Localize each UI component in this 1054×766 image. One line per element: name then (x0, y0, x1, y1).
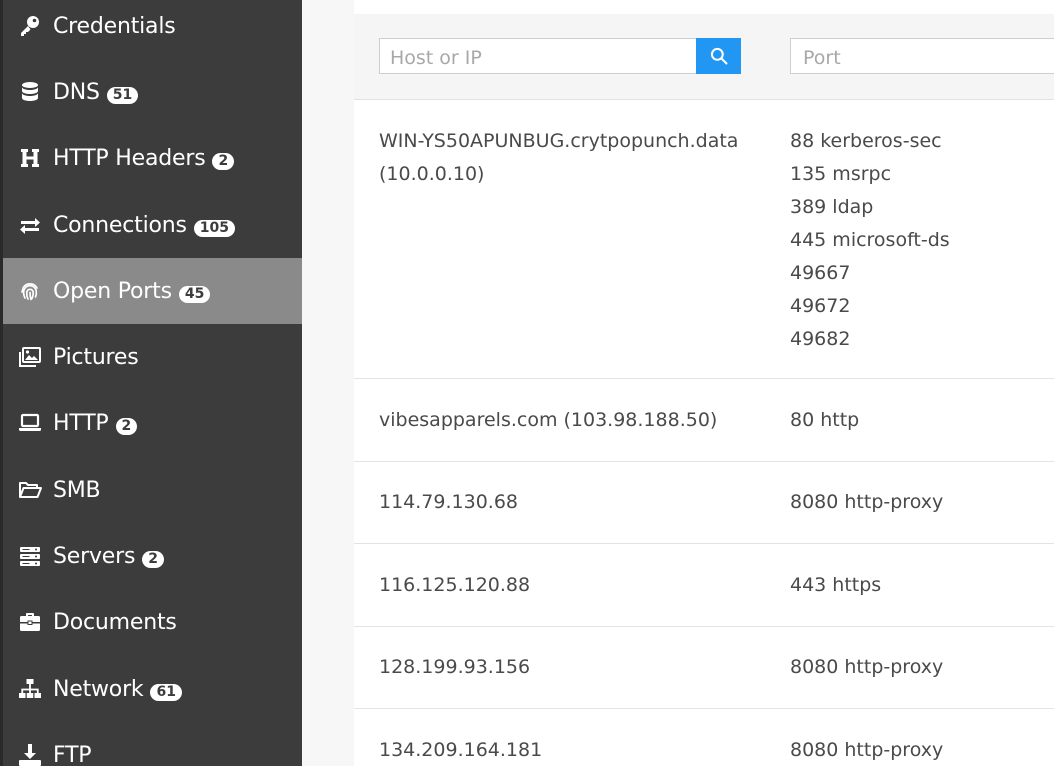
exchange-icon (17, 212, 43, 238)
images-icon (17, 344, 43, 370)
host-text: 128.199.93.156 (379, 656, 531, 679)
table-row: 116.125.120.88 443 https (354, 544, 1054, 627)
sitemap-icon (17, 676, 43, 702)
briefcase-icon (17, 609, 43, 635)
port-entry: 49682 (790, 328, 851, 350)
sidebar-item-connections[interactable]: Connections 105 (3, 192, 302, 258)
host-text: WIN-YS50APUNBUG.crytpopunch.data (379, 130, 739, 152)
port-entry: 80 http (790, 408, 860, 431)
sidebar-item-label: DNS (53, 79, 100, 105)
host-text: vibesapparels.com (103.98.188.50) (379, 408, 718, 431)
sidebar-item-label: Connections (53, 212, 187, 238)
host-text: 134.209.164.181 (379, 738, 543, 761)
key-icon (17, 13, 43, 39)
sidebar-item-label: Pictures (53, 344, 139, 370)
count-badge: 2 (212, 152, 235, 170)
port-entry: 88 kerberos-sec (790, 130, 942, 152)
sidebar-item-label: Credentials (53, 13, 176, 39)
host-cell: 116.125.120.88 (379, 569, 769, 602)
sidebar-item-network[interactable]: Network 61 (3, 656, 302, 722)
server-icon (17, 543, 43, 569)
database-icon (17, 79, 43, 105)
table-row: 134.209.164.181 8080 http-proxy (354, 709, 1054, 766)
port-filter-input[interactable] (790, 38, 1054, 74)
filter-bar (354, 14, 1054, 100)
sidebar-item-label: Network (53, 676, 144, 702)
host-cell: 128.199.93.156 (379, 651, 769, 684)
sidebar-item-label: Servers (53, 543, 136, 569)
header-icon (17, 145, 43, 171)
port-entry: 8080 http-proxy (790, 491, 944, 514)
sidebar-item-label: FTP (53, 742, 92, 766)
port-entry: 389 ldap (790, 196, 874, 218)
sidebar-item-label: Open Ports (53, 278, 172, 304)
count-badge: 45 (178, 285, 211, 303)
port-entry: 8080 http-proxy (790, 656, 944, 679)
host-text: 114.79.130.68 (379, 491, 519, 514)
content-gutter (302, 0, 354, 766)
ports-cell: 443 https (790, 569, 1050, 602)
download-icon (17, 742, 43, 766)
port-entry: 49667 (790, 262, 851, 284)
ports-cell: 88 kerberos-sec 135 msrpc 389 ldap 445 micr… (790, 125, 1050, 356)
ports-cell: 8080 http-proxy (790, 486, 1050, 519)
main-content: WIN-YS50APUNBUG.crytpopunch.data (10.0.0.… (354, 0, 1054, 766)
app-window: Credentials DNS 51 HTTP Headers 2 Connections… (0, 0, 1054, 766)
count-badge: 2 (115, 417, 138, 435)
ports-cell: 8080 http-proxy (790, 651, 1050, 684)
host-text: (10.0.0.10) (379, 163, 485, 185)
sidebar: Credentials DNS 51 HTTP Headers 2 Connections… (0, 0, 302, 766)
sidebar-item-http-headers[interactable]: HTTP Headers 2 (3, 125, 302, 191)
ports-cell: 80 http (790, 404, 1050, 437)
sidebar-item-label: HTTP (53, 410, 109, 436)
count-badge: 51 (106, 86, 139, 104)
host-cell: 114.79.130.68 (379, 486, 769, 519)
host-cell: vibesapparels.com (103.98.188.50) (379, 404, 769, 437)
port-entry: 8080 http-proxy (790, 738, 944, 761)
sidebar-item-pictures[interactable]: Pictures (3, 324, 302, 390)
host-cell: WIN-YS50APUNBUG.crytpopunch.data (10.0.0.… (379, 125, 769, 191)
search-icon (709, 46, 729, 66)
table-row: 128.199.93.156 8080 http-proxy (354, 627, 1054, 709)
folder-open-icon (17, 477, 43, 503)
sidebar-item-label: HTTP Headers (53, 145, 206, 171)
host-text: 116.125.120.88 (379, 573, 531, 596)
count-badge: 61 (150, 683, 182, 701)
port-entry: 445 microsoft-ds (790, 229, 950, 251)
count-badge: 105 (193, 219, 235, 237)
host-search-input[interactable] (379, 38, 697, 74)
host-cell: 134.209.164.181 (379, 734, 769, 766)
sidebar-item-ftp[interactable]: FTP (3, 722, 302, 766)
table-row: WIN-YS50APUNBUG.crytpopunch.data (10.0.0.… (354, 100, 1054, 379)
search-button[interactable] (696, 38, 741, 74)
laptop-icon (17, 410, 43, 436)
sidebar-item-label: SMB (53, 477, 101, 503)
sidebar-item-servers[interactable]: Servers 2 (3, 523, 302, 589)
table-row: vibesapparels.com (103.98.188.50) 80 http (354, 379, 1054, 462)
sidebar-item-dns[interactable]: DNS 51 (3, 59, 302, 125)
port-entry: 443 https (790, 573, 882, 596)
fingerprint-icon (17, 278, 43, 304)
sidebar-item-open-ports[interactable]: Open Ports 45 (3, 258, 302, 324)
port-entry: 135 msrpc (790, 163, 892, 185)
sidebar-item-smb[interactable]: SMB (3, 457, 302, 523)
sidebar-item-documents[interactable]: Documents (3, 589, 302, 655)
ports-cell: 8080 http-proxy (790, 734, 1050, 766)
sidebar-item-credentials[interactable]: Credentials (3, 0, 302, 59)
sidebar-item-http[interactable]: HTTP 2 (3, 390, 302, 456)
port-entry: 49672 (790, 295, 851, 317)
count-badge: 2 (142, 550, 164, 568)
sidebar-item-label: Documents (53, 609, 177, 635)
table-row: 114.79.130.68 8080 http-proxy (354, 462, 1054, 544)
